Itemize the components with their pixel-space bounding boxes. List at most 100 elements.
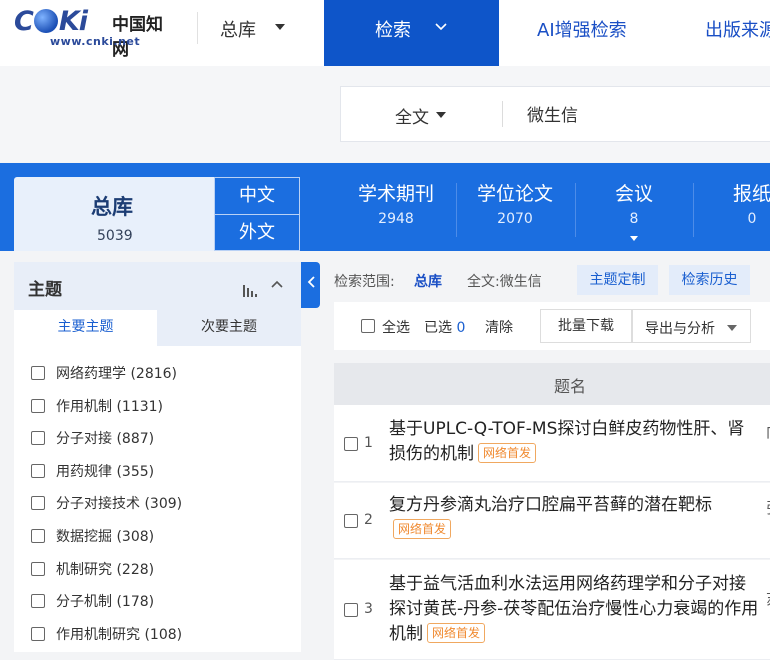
topic-item[interactable]: 分子对接技术 (309): [14, 486, 301, 519]
column-header: 题名: [334, 363, 770, 405]
topic-checkbox[interactable]: [31, 528, 45, 543]
export-label: 导出与分析: [645, 321, 715, 337]
row-checkbox[interactable]: [344, 437, 358, 451]
topic-item[interactable]: 分子机制 (178): [14, 584, 301, 617]
search-history-button[interactable]: 检索历史: [669, 265, 750, 295]
topic-item[interactable]: 分子对接 (887): [14, 421, 301, 454]
select-all-checkbox[interactable]: [361, 319, 375, 333]
select-all-label[interactable]: 全选: [382, 317, 410, 337]
row-checkbox[interactable]: [344, 514, 358, 528]
topic-name: 网络药理学: [56, 366, 126, 382]
db-tab-label: 学术期刊: [357, 183, 434, 205]
lang-foreign-tab[interactable]: 外文: [214, 215, 300, 251]
topic-item[interactable]: 网络药理学 (2816): [14, 356, 301, 389]
topic-count: (355): [116, 463, 155, 480]
topic-custom-button[interactable]: 主题定制: [577, 265, 658, 295]
nav-search-tab[interactable]: 检索: [324, 0, 499, 66]
nav-search-label: 检索: [375, 20, 411, 41]
caret-down-icon: [727, 325, 737, 331]
topic-item[interactable]: 作用机制 (1131): [14, 389, 301, 422]
db-tab-total[interactable]: 总库 5039: [14, 177, 224, 251]
cnki-logo[interactable]: C Ki 中国知网 www.cnki.net: [14, 6, 176, 60]
db-selector[interactable]: 总库: [220, 16, 256, 42]
caret-down-icon[interactable]: [275, 24, 285, 30]
online-first-badge: 网络首发: [478, 443, 537, 463]
topic-checkbox[interactable]: [31, 496, 45, 511]
db-tab-journal[interactable]: 学术期刊 2948: [345, 181, 447, 241]
topic-item[interactable]: 机制研究 (228): [14, 552, 301, 585]
topic-checkbox[interactable]: [31, 366, 45, 380]
lang-chinese-tab[interactable]: 中文: [214, 177, 300, 215]
topic-item[interactable]: 用药规律 (355): [14, 454, 301, 487]
table-row: 3 基于益气活血利水法运用网络药理学和分子对接探讨黄芪-丹参-茯苓配伍治疗慢性心…: [334, 560, 770, 660]
result-title-link[interactable]: 基于UPLC-Q-TOF-MS探讨白鲜皮药物性肝、肾损伤的机制: [389, 419, 744, 464]
online-first-badge: 网络首发: [393, 519, 452, 539]
col-title-header[interactable]: 题名: [554, 373, 586, 397]
author-cell[interactable]: 苏: [766, 588, 770, 609]
author-cell[interactable]: 张: [766, 497, 770, 518]
search-field-select[interactable]: 全文: [395, 103, 429, 128]
db-tab-count: 2948: [378, 211, 414, 227]
topic-count: (2816): [130, 366, 178, 382]
caret-down-icon[interactable]: [436, 112, 446, 118]
db-tab-label: 会议: [614, 183, 653, 205]
topic-name: 分子对接: [56, 431, 112, 448]
table-row: 1 基于UPLC-Q-TOF-MS探讨白鲜皮药物性肝、肾损伤的机制网络首发 向: [334, 405, 770, 482]
row-title-cell: 基于益气活血利水法运用网络药理学和分子对接探讨黄芪-丹参-茯苓配伍治疗慢性心力衰…: [389, 572, 759, 647]
scope-label: 检索范围:: [334, 274, 395, 290]
facet-header: 主题: [14, 262, 301, 310]
db-total-label: 总库: [91, 195, 133, 219]
topic-checkbox[interactable]: [31, 594, 45, 609]
batch-download-button[interactable]: 批量下载: [540, 309, 632, 343]
topic-name: 机制研究: [56, 561, 112, 578]
selected-count: 0: [456, 320, 466, 336]
row-title-cell: 复方丹参滴丸治疗口腔扁平苔藓的潜在靶标网络首发: [389, 493, 759, 543]
db-tab-count: 8: [629, 211, 639, 227]
row-checkbox[interactable]: [344, 603, 358, 617]
db-divider: [456, 183, 457, 237]
topic-name: 用药规律: [56, 463, 112, 480]
search-input[interactable]: [527, 103, 747, 123]
topic-checkbox[interactable]: [31, 626, 45, 641]
collapse-panel-button[interactable]: [301, 262, 320, 308]
db-tab-conference[interactable]: 会议 8: [583, 181, 685, 241]
db-tab-thesis[interactable]: 学位论文 2070: [464, 181, 566, 241]
db-tab-newspaper[interactable]: 报纸 0: [720, 181, 770, 241]
topic-checkbox[interactable]: [31, 561, 45, 576]
topic-count: (887): [116, 431, 155, 448]
clear-button[interactable]: 清除: [485, 317, 513, 337]
row-number: 1: [364, 435, 373, 451]
topic-item[interactable]: 作用机制研究 (108): [14, 617, 301, 650]
db-tab-label: 报纸: [732, 183, 770, 205]
database-tabs: 总库 5039 中文 外文 学术期刊 2948 学位论文 2070 会议 8 报…: [0, 163, 770, 251]
result-title-link[interactable]: 复方丹参滴丸治疗口腔扁平苔藓的潜在靶标: [389, 495, 712, 515]
export-analysis-dropdown[interactable]: 导出与分析: [632, 309, 751, 343]
chevron-up-icon[interactable]: [270, 277, 284, 293]
search-scope-row: 检索范围: 总库 全文:微生信 主题定制 检索历史: [334, 263, 770, 295]
nav-pub-source[interactable]: 出版来源: [705, 16, 770, 42]
db-divider: [575, 183, 576, 237]
author-cell[interactable]: 向: [766, 421, 770, 442]
topic-checkbox[interactable]: [31, 398, 45, 413]
scope-query: 全文:微生信: [467, 274, 542, 290]
nav-ai-search[interactable]: AI增强检索: [537, 16, 627, 42]
topic-item[interactable]: 数据挖掘 (308): [14, 519, 301, 552]
topic-count: (178): [116, 594, 155, 611]
topic-name: 分子机制: [56, 594, 112, 611]
chevron-down-icon: [434, 18, 448, 36]
result-toolbar: 全选 已选 0 清除 批量下载 导出与分析: [334, 302, 770, 350]
logo-globe-icon: [33, 9, 58, 33]
topic-count: (308): [116, 528, 155, 545]
topic-checkbox[interactable]: [31, 431, 45, 446]
logo-wordmark: C Ki: [14, 6, 88, 37]
topic-list: 网络药理学 (2816) 作用机制 (1131) 分子对接 (887) 用药规律…: [14, 356, 301, 649]
online-first-badge: 网络首发: [427, 623, 486, 643]
topic-name: 数据挖掘: [56, 528, 112, 545]
facet-title: 主题: [28, 280, 62, 300]
tab-secondary-topic[interactable]: 次要主题: [157, 310, 301, 346]
bar-chart-icon[interactable]: [243, 282, 257, 297]
topic-checkbox[interactable]: [31, 463, 45, 478]
db-tab-count: 0: [747, 211, 757, 227]
tab-main-topic[interactable]: 主要主题: [14, 310, 157, 346]
caret-down-icon: [630, 236, 638, 241]
